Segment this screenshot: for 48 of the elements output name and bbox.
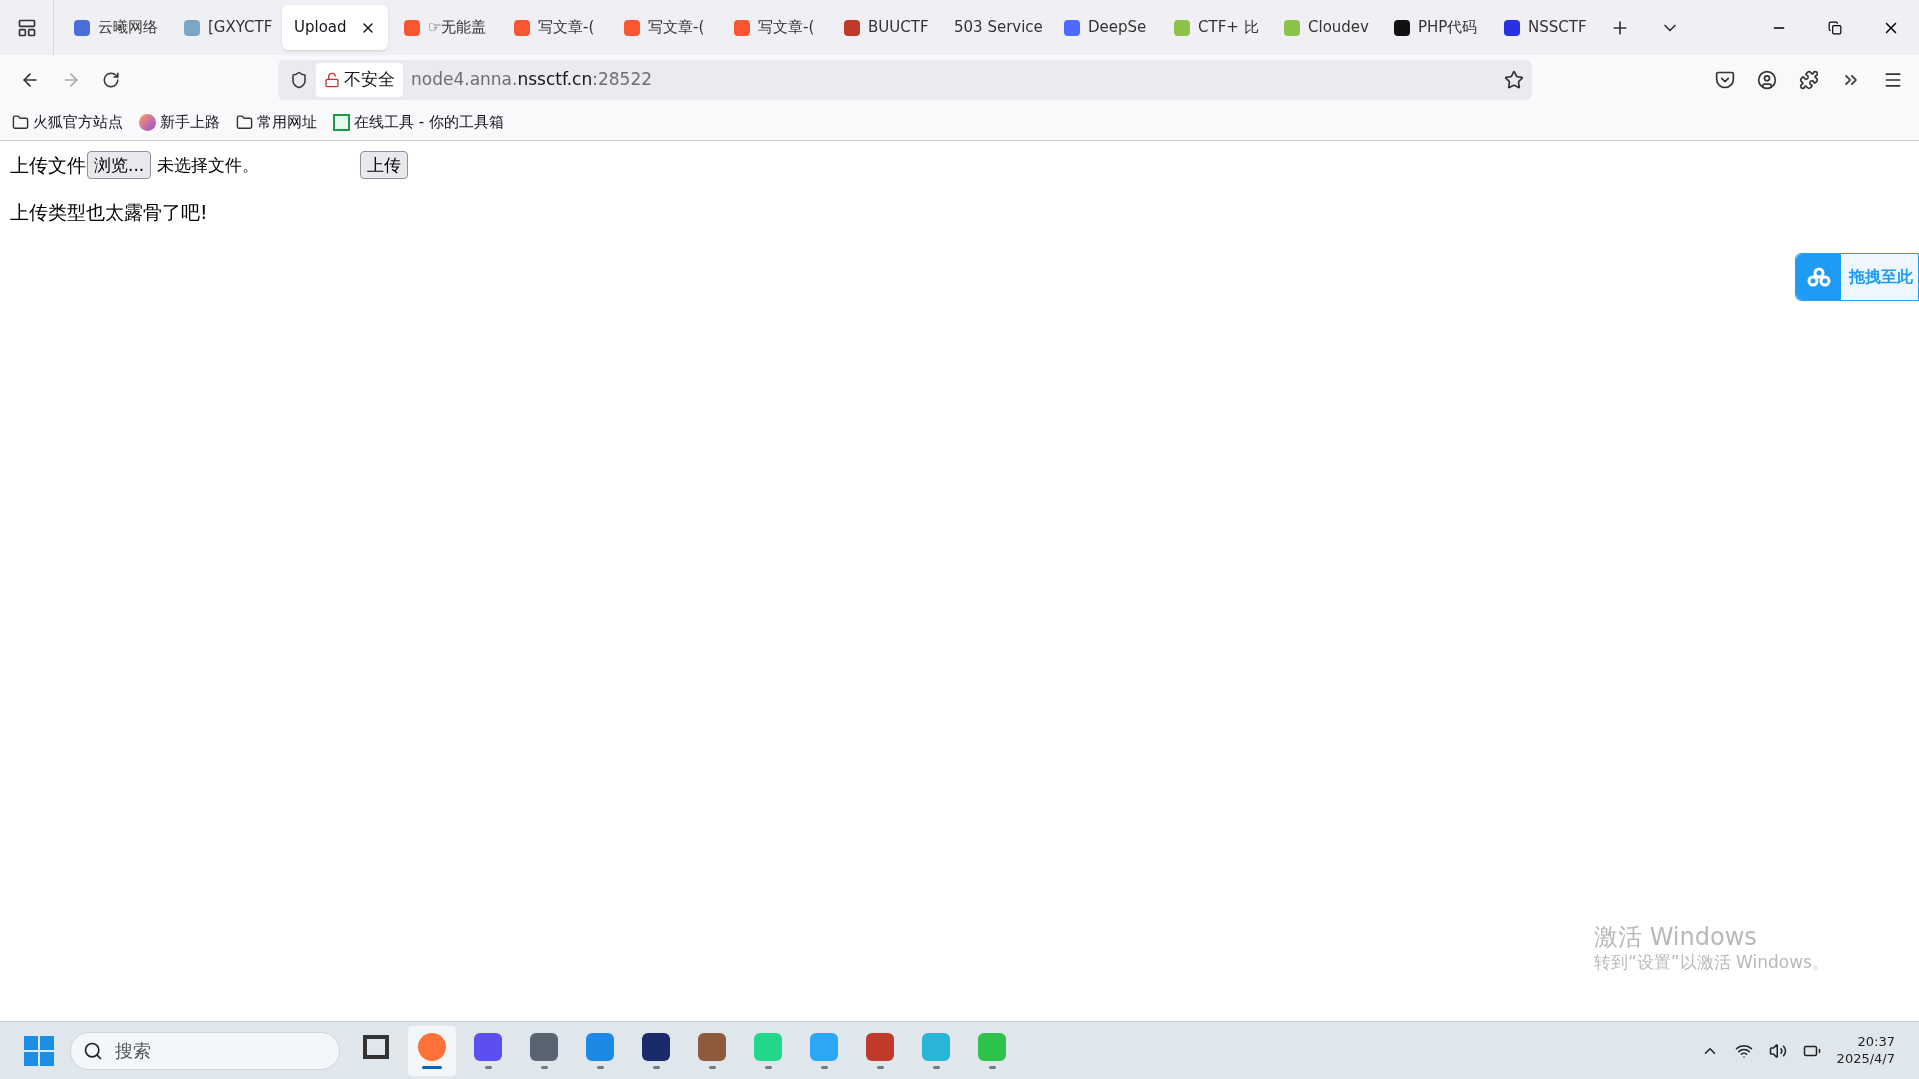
bookmark-star-icon[interactable] [1504,70,1524,90]
upload-label: 上传文件 [10,153,86,178]
browser-logo-icon [139,114,156,131]
shield-icon[interactable] [290,71,308,89]
reload-icon[interactable] [102,71,120,89]
pocket-icon[interactable] [1715,70,1735,90]
activation-title: 激活 Windows [1594,921,1758,952]
browser-tab[interactable]: 写文章-( [502,5,608,50]
folder-icon [12,114,29,131]
browser-tab[interactable]: BUUCTF [832,5,938,50]
file-status-text: 未选择文件。 [157,153,260,177]
browser-tab[interactable]: Cloudev [1272,5,1378,50]
search-field[interactable]: 搜索 [70,1031,340,1070]
bookmark-link[interactable]: 新手上路 [160,111,220,134]
browser-tab[interactable]: 写文章-( [722,5,828,50]
folder-icon [236,114,253,131]
browser-tab[interactable]: 云曦网络 [62,5,168,50]
browser-tab[interactable]: 503 Service [942,5,1048,50]
browser-tab[interactable]: CTF+ 比 [1162,5,1268,50]
browser-tab[interactable]: ☞无能盖 [392,5,498,50]
bookmark-link[interactable]: 火狐官方站点 [33,111,123,134]
browser-tab[interactable]: [GXYCTF [172,5,278,50]
upload-button[interactable]: 上传 [360,151,409,180]
restore-icon[interactable] [1828,20,1842,35]
taskbar-app-button[interactable] [408,1025,456,1076]
activation-hint: 转到“设置”以激活 Windows。 [1594,951,1829,973]
clock[interactable]: 20:37 2025/4/7 [1836,1034,1903,1067]
browser-tab[interactable]: 写文章-( [612,5,718,50]
volume-icon[interactable] [1768,1041,1787,1060]
menu-icon[interactable] [1883,70,1903,90]
search-icon [83,1040,103,1061]
security-badge[interactable]: 不安全 [316,63,403,97]
cloud-icon [1796,254,1841,300]
drop-label: 拖拽至此 [1849,266,1913,288]
extensions-icon[interactable] [1799,70,1819,90]
browse-button[interactable]: 浏览... [87,151,152,180]
browser-tab[interactable]: NSSCTF [1492,5,1598,50]
browser-tab[interactable]: DeepSe [1052,5,1158,50]
bookmark-link[interactable]: 在线工具 - 你的工具箱 [354,111,504,134]
browser-tab[interactable]: PHP代码 [1382,5,1488,50]
bookmark-link[interactable]: 常用网址 [257,111,317,134]
tab-overview-icon[interactable] [16,17,37,38]
address-bar[interactable]: 不安全 node4.anna.nssctf.cn:28522 [278,60,1532,100]
account-icon[interactable] [1757,70,1777,90]
browser-tab[interactable]: Upload [282,5,388,50]
message-text: 上传类型也太露骨了吧! [10,199,209,225]
start-icon[interactable] [24,1035,54,1066]
url-text: node4.anna.nssctf.cn:28522 [411,68,653,92]
